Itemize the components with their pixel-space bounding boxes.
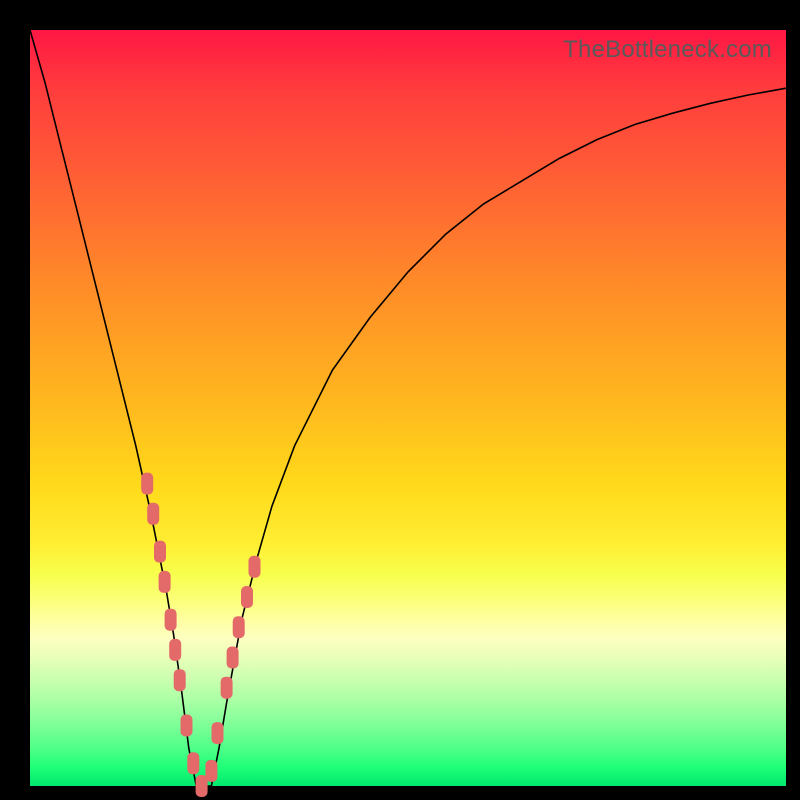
curve-layer (30, 30, 786, 786)
data-marker (187, 752, 199, 774)
data-marker (221, 677, 233, 699)
data-marker (181, 715, 193, 737)
data-marker (241, 586, 253, 608)
data-marker (205, 760, 217, 782)
chart-frame: TheBottleneck.com (0, 0, 800, 800)
data-marker (174, 669, 186, 691)
data-marker (154, 541, 166, 563)
data-marker (227, 647, 239, 669)
data-marker (147, 503, 159, 525)
bottleneck-curve (30, 30, 786, 786)
data-marker (165, 609, 177, 631)
data-marker (159, 571, 171, 593)
plot-area: TheBottleneck.com (30, 30, 786, 786)
data-marker (141, 473, 153, 495)
data-marker (169, 639, 181, 661)
data-markers (141, 473, 260, 797)
data-marker (233, 616, 245, 638)
data-marker (249, 556, 261, 578)
data-marker (212, 722, 224, 744)
